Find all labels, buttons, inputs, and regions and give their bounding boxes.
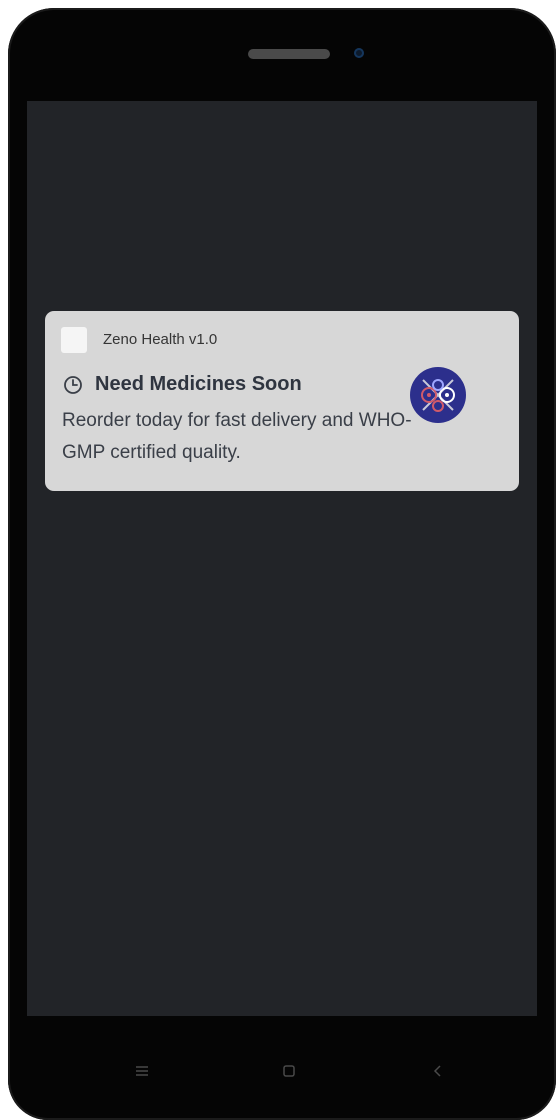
notification-title-row: Need Medicines Soon: [63, 373, 302, 396]
clock-icon: [63, 375, 83, 395]
navigation-bar: [27, 1016, 537, 1120]
front-camera: [354, 48, 364, 58]
push-notification[interactable]: Zeno Health v1.0 Need Medicines Soon Reo…: [45, 311, 519, 491]
phone-screen: Zeno Health v1.0 Need Medicines Soon Reo…: [27, 101, 537, 1016]
notification-title: Need Medicines Soon: [95, 373, 302, 395]
earpiece-speaker: [248, 49, 330, 59]
app-small-icon: [61, 327, 87, 353]
phone-frame: Zeno Health v1.0 Need Medicines Soon Reo…: [8, 8, 556, 1120]
back-icon[interactable]: [423, 1056, 453, 1086]
notification-app-name: Zeno Health v1.0: [103, 331, 218, 348]
zeno-health-logo-icon: [409, 366, 467, 424]
home-icon[interactable]: [274, 1056, 304, 1086]
menu-icon[interactable]: [127, 1056, 157, 1086]
notification-body: Reorder today for fast delivery and WHO-…: [62, 410, 412, 463]
